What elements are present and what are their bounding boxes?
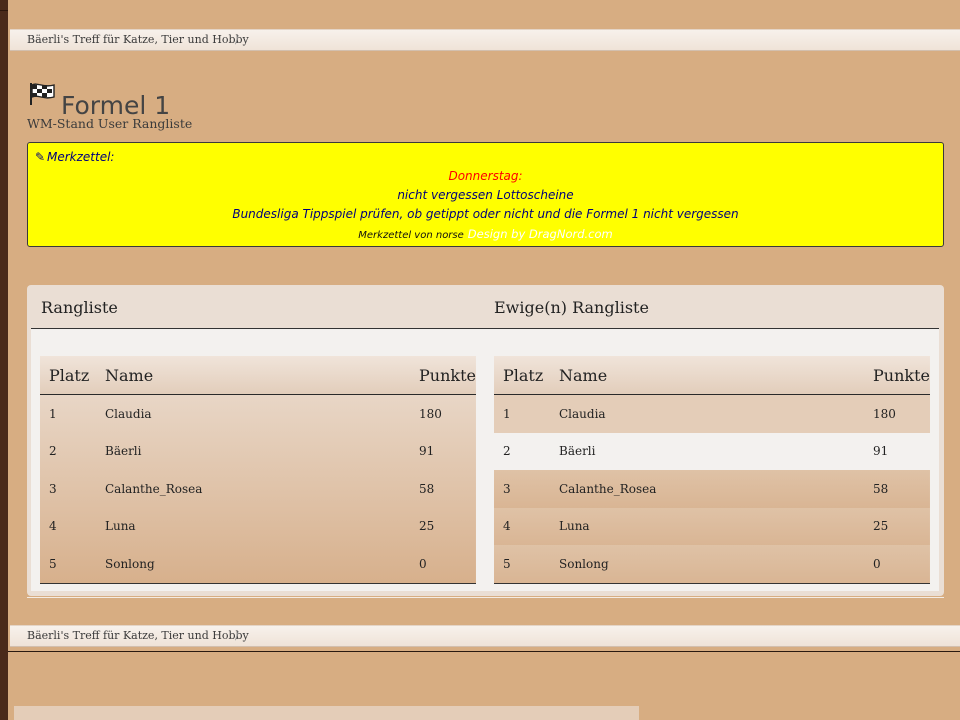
eternal-ranking-table: Platz Name Punkte 1 Claudia 180 2 Bäerli 91 …: [494, 356, 930, 584]
cell-platz: 1: [503, 406, 511, 421]
breadcrumb-separator: /: [235, 629, 239, 642]
column-name: Name: [96, 356, 411, 395]
memo-heading-label: Merkzettel:: [47, 150, 115, 164]
memo-credit-author: Merkzettel von norse: [358, 230, 464, 241]
cell-name: Sonlong: [96, 545, 411, 584]
breadcrumb-footer: Bäerli's Treff für Katze, Tier und Hobby…: [10, 625, 960, 647]
cell-name: Calanthe_Rosea: [559, 481, 657, 496]
cell-name: Sonlong: [550, 545, 865, 584]
column-punkte: Punkte: [864, 356, 930, 395]
table-row: 5 Sonlong 0: [494, 545, 930, 584]
memo-credit: Merkzettel von norse Design by DragNord.c…: [28, 227, 943, 241]
cell-name: Bäerli: [559, 444, 596, 459]
cell-punkte: 180: [873, 406, 896, 421]
table-header-row: Platz Name Punkte: [40, 356, 476, 395]
cell-platz: 5: [40, 545, 96, 584]
breadcrumb-home-link[interactable]: Bäerli's Treff für Katze, Tier und Hobby: [27, 626, 249, 646]
table-row: 2 Bäerli 91: [494, 432, 930, 470]
table-row: 1 Claudia 180: [494, 394, 930, 433]
column-platz: Platz: [40, 356, 96, 395]
breadcrumb: Bäerli's Treff für Katze, Tier und Hobby…: [10, 29, 960, 51]
cell-platz: 4: [503, 519, 511, 534]
cell-punkte: 0: [864, 545, 930, 584]
cell-punkte: 0: [410, 545, 476, 584]
breadcrumb-home-link[interactable]: Bäerli's Treff für Katze, Tier und Hobby: [27, 30, 249, 50]
footer-divider: [8, 651, 960, 652]
eternal-ranking-title: Ewige(n) Rangliste: [494, 298, 649, 317]
memo-line-bundesliga: Bundesliga Tippspiel prüfen, ob getippt …: [232, 207, 739, 221]
cell-platz: 1: [49, 406, 57, 421]
memo-box: ✎ Merkzettel: Donnerstag: nicht vergessen…: [27, 142, 944, 247]
cell-name: Claudia: [559, 406, 606, 421]
column-punkte: Punkte: [410, 356, 476, 395]
memo-design-link[interactable]: Design by DragNord.com: [468, 227, 613, 241]
cell-punkte: 91: [419, 444, 435, 459]
cell-platz: 3: [503, 481, 511, 496]
cell-punkte: 25: [873, 519, 889, 534]
table-row: 4 Luna 25: [494, 507, 930, 545]
cell-punkte: 91: [873, 444, 889, 459]
column-name: Name: [550, 356, 865, 395]
cell-platz: 4: [49, 519, 57, 534]
box-divider: [27, 597, 944, 598]
table-row: 5 Sonlong 0: [40, 545, 476, 584]
cell-platz: 2: [49, 444, 57, 459]
page-subtitle: WM-Stand User Rangliste: [27, 116, 193, 131]
table-row: 2 Bäerli 91: [40, 433, 476, 471]
table-row: 3 Calanthe_Rosea 58: [40, 470, 476, 508]
ranking-table: Platz Name Punkte 1 Claudia 180 2 Bäerli 91 …: [40, 356, 476, 584]
column-platz: Platz: [494, 356, 550, 395]
table-header-row: Platz Name Punkte: [494, 356, 930, 395]
cell-punkte: 58: [873, 481, 889, 496]
cell-name: Calanthe_Rosea: [105, 481, 203, 496]
memo-heading: ✎ Merkzettel:: [35, 150, 114, 164]
table-row: 1 Claudia 180: [40, 395, 476, 433]
cell-punkte: 25: [419, 519, 435, 534]
footer-panel: [14, 706, 639, 720]
pencil-icon: ✎: [35, 150, 46, 164]
cell-platz: 3: [49, 481, 57, 496]
page-content: Bäerli's Treff für Katze, Tier und Hobby…: [8, 0, 960, 720]
memo-line-lotto: nicht vergessen Lottoscheine: [397, 188, 574, 202]
ranking-title: Rangliste: [41, 298, 118, 317]
cell-punkte: 58: [419, 481, 435, 496]
cell-platz: 5: [494, 545, 550, 584]
breadcrumb-separator: /: [235, 33, 239, 46]
table-row: 4 Luna 25: [40, 508, 476, 546]
cell-punkte: 180: [419, 406, 442, 421]
rankings-box: Rangliste Ewige(n) Rangliste Platz Name …: [27, 285, 944, 596]
table-row: 3 Calanthe_Rosea 58: [494, 470, 930, 508]
checkered-flag-icon: [30, 83, 55, 105]
cell-name: Luna: [559, 519, 590, 534]
cell-platz: 2: [503, 444, 511, 459]
cell-name: Luna: [105, 519, 136, 534]
cell-name: Claudia: [105, 406, 152, 421]
cell-name: Bäerli: [105, 444, 142, 459]
memo-line-day: Donnerstag:: [448, 169, 523, 183]
